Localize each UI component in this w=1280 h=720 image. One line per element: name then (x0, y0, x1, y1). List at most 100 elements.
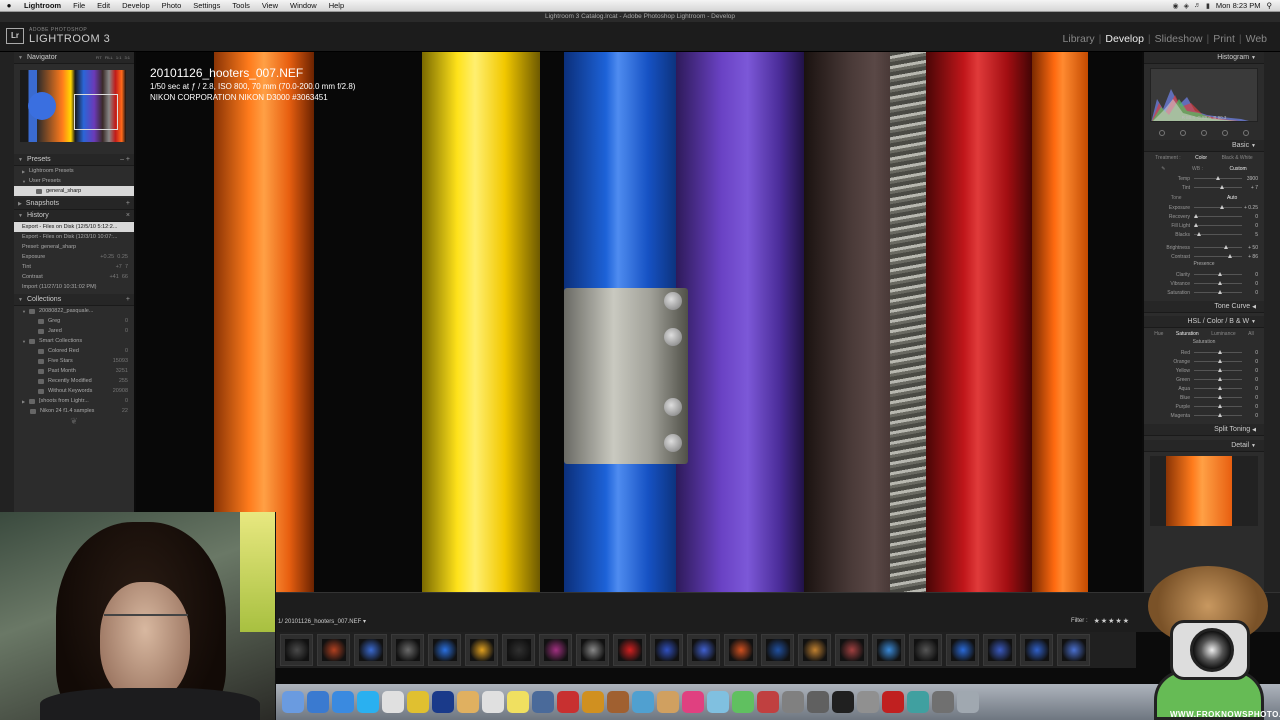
tone-auto-button[interactable]: Auto (1227, 195, 1237, 201)
slider-value[interactable]: 0 (1242, 272, 1258, 278)
disk-icon[interactable] (857, 691, 879, 713)
slider-knob[interactable] (1218, 413, 1222, 417)
module-web[interactable]: Web (1243, 33, 1270, 45)
hsl-tab-saturation[interactable]: Saturation (1176, 331, 1199, 337)
slider-knob[interactable] (1218, 377, 1222, 381)
slider-track[interactable] (1194, 176, 1242, 180)
slider-track[interactable] (1194, 290, 1242, 294)
zoom-1-1[interactable]: 1:1 (116, 55, 122, 60)
slider-value[interactable]: 0 (1242, 413, 1258, 419)
module-slideshow[interactable]: Slideshow (1152, 33, 1206, 45)
preset-folder[interactable]: ▼ User Presets (14, 176, 134, 186)
filmstrip-path[interactable]: 1/ 20101126_hooters_007.NEF ▾ (276, 618, 366, 625)
red-eye-tool-icon[interactable] (1200, 130, 1207, 136)
treatment-bw[interactable]: Black & White (1222, 155, 1253, 161)
slider-knob[interactable] (1223, 245, 1228, 249)
finder-icon[interactable] (282, 691, 304, 713)
collections-header[interactable]: ▼ Collections + (14, 294, 134, 306)
collection-item[interactable]: Recently Modified 255 (14, 376, 134, 386)
history-step[interactable]: Import (11/27/10 10:31:02 PM) (14, 282, 134, 292)
guitar-icon[interactable] (607, 691, 629, 713)
slider-value[interactable]: 0 (1242, 223, 1258, 229)
history-step[interactable]: Exposure +0.25 0.25 (14, 252, 134, 262)
collection-item[interactable]: ▶ [shoots from Lightr... 0 (14, 396, 134, 406)
filmstrip-thumbnail[interactable] (1057, 634, 1090, 666)
bird-icon[interactable] (382, 691, 404, 713)
history-step[interactable]: Contrast +41 66 (14, 272, 134, 282)
menu-settings[interactable]: Settings (187, 1, 226, 10)
split-toning-header[interactable]: Split Toning ◀ (1144, 424, 1264, 436)
slider-knob[interactable] (1218, 281, 1222, 285)
slider-knob[interactable] (1218, 272, 1222, 276)
itunes-icon[interactable] (307, 691, 329, 713)
slider-track[interactable] (1194, 214, 1242, 218)
slider-track[interactable] (1194, 254, 1242, 258)
slider-clarity[interactable]: Clarity 0 (1144, 270, 1264, 279)
bluetooth-icon[interactable]: ◈ (1184, 2, 1189, 10)
system-icon[interactable] (932, 691, 954, 713)
slider-knob[interactable] (1194, 214, 1198, 218)
collection-item[interactable]: Jared 0 (14, 326, 134, 336)
twitter-icon[interactable] (407, 691, 429, 713)
hsl-header[interactable]: HSL / Color / B & W ▼ (1144, 316, 1264, 328)
collection-item[interactable]: Colored Red 0 (14, 346, 134, 356)
filmstrip-thumbnail[interactable] (354, 634, 387, 666)
slider-track[interactable] (1194, 272, 1242, 276)
safari-icon[interactable] (332, 691, 354, 713)
picture-icon[interactable] (757, 691, 779, 713)
filmstrip-thumbnail[interactable] (761, 634, 794, 666)
hsl-slider[interactable]: Purple 0 (1144, 402, 1264, 411)
slider-knob[interactable] (1218, 404, 1222, 408)
detail-header[interactable]: Detail ▼ (1144, 440, 1264, 452)
filmstrip-thumbnail[interactable] (798, 634, 831, 666)
filmstrip-thumbnail[interactable] (835, 634, 868, 666)
flickr-icon[interactable] (682, 691, 704, 713)
filmstrip-thumbnail[interactable] (650, 634, 683, 666)
histogram[interactable]: R 88.4 G 89.6 B 90.3 (1150, 68, 1258, 122)
module-print[interactable]: Print (1210, 33, 1238, 45)
volume-icon[interactable]: ♬ (1194, 2, 1201, 10)
slider-track[interactable] (1194, 395, 1242, 399)
left-panel-edge[interactable] (0, 52, 14, 512)
battery-icon[interactable]: ▮ (1206, 2, 1210, 10)
filmstrip-thumbnail[interactable] (946, 634, 979, 666)
menu-edit[interactable]: Edit (91, 1, 116, 10)
history-step[interactable]: Tint +7 7 (14, 262, 134, 272)
graduated-filter-tool-icon[interactable] (1221, 130, 1228, 136)
menu-help[interactable]: Help (323, 1, 350, 10)
slider-contrast[interactable]: Contrast + 86 (1144, 252, 1264, 261)
lightroom-icon[interactable] (532, 691, 554, 713)
color-icon[interactable] (732, 691, 754, 713)
zoom-fit[interactable]: FIT (96, 55, 102, 60)
navigator-zoom-box[interactable] (74, 94, 118, 130)
tools-icon[interactable] (782, 691, 804, 713)
add-snapshot-icon[interactable]: + (126, 200, 134, 207)
folder-icon[interactable] (457, 691, 479, 713)
snapshots-header[interactable]: ▶ Snapshots + (14, 198, 134, 210)
slider-track[interactable] (1194, 205, 1242, 209)
slider-vibrance[interactable]: Vibrance 0 (1144, 279, 1264, 288)
filmstrip-thumbnail[interactable] (317, 634, 350, 666)
slider-knob[interactable] (1220, 185, 1225, 189)
slider-value[interactable]: 0 (1242, 368, 1258, 374)
filmstrip-thumbnail[interactable] (724, 634, 757, 666)
right-panel-edge[interactable] (1264, 52, 1280, 592)
clear-history-icon[interactable]: × (126, 212, 134, 219)
slider-value[interactable]: + 7 (1242, 185, 1258, 191)
filmstrip-thumbnail[interactable] (465, 634, 498, 666)
filmstrip[interactable] (276, 632, 1136, 668)
slider-knob[interactable] (1196, 232, 1201, 236)
dvd-icon[interactable] (832, 691, 854, 713)
zoom-fill[interactable]: FILL (105, 55, 113, 60)
skype-icon[interactable] (357, 691, 379, 713)
slider-value[interactable]: 0 (1242, 395, 1258, 401)
menu-view[interactable]: View (256, 1, 284, 10)
navigator-header[interactable]: ▼ Navigator FIT FILL 1:1 3:1 (14, 52, 134, 64)
slider-track[interactable] (1194, 223, 1242, 227)
slider-track[interactable] (1194, 377, 1242, 381)
hsl-slider[interactable]: Blue 0 (1144, 393, 1264, 402)
filmstrip-thumbnail[interactable] (576, 634, 609, 666)
menubar-clock[interactable]: Mon 8:23 PM (1216, 1, 1261, 10)
add-preset-icon[interactable]: – + (120, 156, 134, 163)
zoom-3-1[interactable]: 3:1 (124, 55, 130, 60)
